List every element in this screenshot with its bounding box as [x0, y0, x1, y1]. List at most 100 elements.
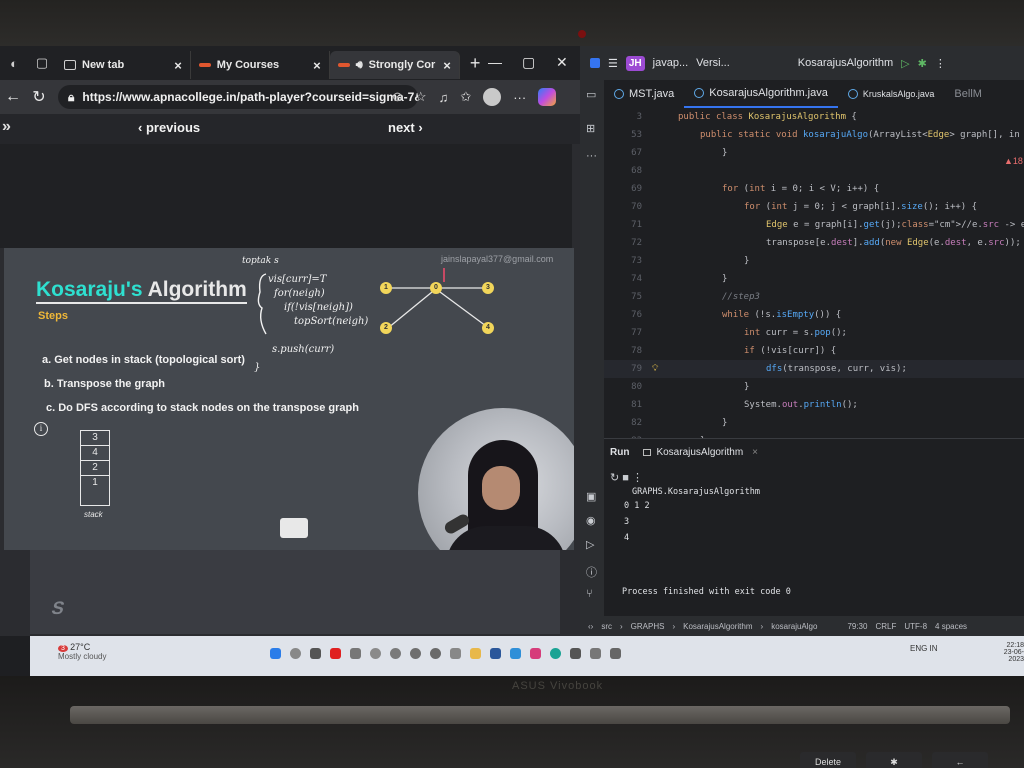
debug-icon[interactable]: ✱ — [918, 57, 927, 70]
close-tab-icon[interactable]: × — [313, 58, 321, 73]
code-line[interactable]: 80} — [604, 378, 1024, 396]
main-menu-icon[interactable]: ☰ — [608, 57, 618, 70]
chrome-icon[interactable] — [370, 648, 381, 659]
extensions-icon[interactable]: ♫ — [439, 90, 449, 105]
breadcrumb-class[interactable]: KosarajusAlgorithm — [683, 622, 752, 631]
vcs-widget[interactable]: Versi... — [696, 57, 730, 69]
breadcrumb-method[interactable]: kosarajuAlgo — [771, 622, 817, 631]
code-editor[interactable]: 3 public class KosarajusAlgorithm {53 publ… — [604, 108, 1024, 438]
ide-logo-icon[interactable] — [590, 58, 600, 68]
tab-new-tab[interactable]: New tab × — [56, 51, 191, 79]
search-icon[interactable] — [290, 648, 301, 659]
previous-button[interactable]: ‹ previous — [138, 120, 200, 135]
tab-kruskal[interactable]: KruskalsAlgo.java — [838, 80, 945, 108]
app-icon[interactable] — [590, 648, 601, 659]
app-icon[interactable] — [450, 648, 461, 659]
code-line[interactable]: 76 while (!s.isEmpty()) { — [604, 306, 1024, 324]
meet-icon[interactable] — [350, 648, 361, 659]
code-line[interactable]: 71 Edge e = graph[i].get(j);class="cm">//… — [604, 216, 1024, 234]
run-config[interactable]: KosarajusAlgorithm — [798, 57, 893, 69]
close-run-tab-icon[interactable]: × — [752, 447, 758, 458]
clock[interactable]: 22:18 23-06-2023 — [996, 642, 1024, 663]
vscode-icon[interactable] — [510, 648, 521, 659]
copilot-icon[interactable] — [538, 88, 557, 106]
breadcrumb-graphs[interactable]: GRAPHS — [631, 622, 665, 631]
next-button[interactable]: next › — [388, 120, 423, 135]
code-line[interactable]: 79 dfs(transpose, curr, vis); 💡︎ — [604, 360, 1024, 378]
run-icon[interactable]: ▷ — [901, 57, 909, 70]
project-badge[interactable]: JH — [625, 55, 645, 71]
profile-avatar[interactable] — [483, 88, 502, 106]
code-line[interactable]: 69 for (int i = 0; i < V; i++) { — [604, 180, 1024, 198]
store-icon[interactable] — [570, 648, 581, 659]
expand-sidebar-icon[interactable]: » — [2, 118, 11, 136]
code-line[interactable]: 77 int curr = s.pop(); — [604, 324, 1024, 342]
keyboard-key[interactable]: ✱ — [866, 752, 922, 768]
tab-kosaraju[interactable]: KosarajusAlgorithm.java — [684, 80, 838, 108]
app-available-icon[interactable]: ⊙ — [392, 89, 403, 105]
run-tab[interactable]: KosarajusAlgorithm × — [643, 447, 758, 458]
lightbulb-icon[interactable]: 💡︎ — [652, 360, 658, 378]
code-line[interactable]: 68 — [604, 162, 1024, 180]
weather-widget[interactable]: 3 27°C Mostly cloudy — [58, 642, 106, 661]
tab-mst[interactable]: MST.java — [604, 80, 684, 108]
back-icon[interactable]: ← — [0, 88, 26, 106]
code-line[interactable]: 3 public class KosarajusAlgorithm { — [604, 108, 1024, 126]
keyboard-key[interactable]: Delete — [800, 752, 856, 768]
indent-setting[interactable]: 4 spaces — [935, 622, 967, 631]
caret-position[interactable]: 79:30 — [847, 622, 867, 631]
edge-icon[interactable] — [550, 648, 561, 659]
file-encoding[interactable]: UTF-8 — [904, 622, 927, 631]
intellij-icon[interactable] — [530, 648, 541, 659]
new-tab-icon[interactable]: + — [470, 53, 481, 74]
window-menu-icon[interactable]: ◐ — [0, 46, 28, 80]
close-tab-icon[interactable]: × — [174, 58, 182, 73]
youtube-icon[interactable] — [330, 648, 341, 659]
more-actions-icon[interactable]: ⋮ — [935, 57, 946, 70]
code-line[interactable]: 78 if (!vis[curr]) { — [604, 342, 1024, 360]
app-icon[interactable] — [390, 648, 401, 659]
terminal-icon[interactable]: ▣ — [586, 490, 596, 503]
reload-icon[interactable]: ↻ — [26, 87, 52, 107]
project-name[interactable]: javap... — [653, 57, 688, 69]
app-icon[interactable] — [430, 648, 441, 659]
code-line[interactable]: 72 transpose[e.dest].add(new Edge(e.dest,… — [604, 234, 1024, 252]
lecture-slide[interactable]: jainslapayal377@gmail.com Kosaraju's Alg… — [4, 248, 574, 550]
rerun-icon[interactable]: ↻ ■ ⋮ — [610, 471, 643, 484]
speaker-icon[interactable]: 🔊︎ — [356, 59, 363, 72]
url-field[interactable]: 🔒︎ https://www.apnacollege.in/path-playe… — [58, 85, 418, 109]
more-tools-icon[interactable]: ··· — [586, 150, 597, 162]
code-line[interactable]: 73} — [604, 252, 1024, 270]
breadcrumb-src[interactable]: src — [601, 622, 612, 631]
code-line[interactable]: 70 for (int j = 0; j < graph[i].size(); i… — [604, 198, 1024, 216]
favorite-star-icon[interactable]: ☆ — [415, 89, 427, 105]
services-icon[interactable]: ◉ — [586, 514, 596, 527]
tab-strongly-connected[interactable]: 🔊︎ Strongly Cor × — [329, 51, 460, 79]
language-indicator[interactable]: ENG IN — [910, 644, 938, 653]
close-window-icon[interactable]: ✕ — [556, 54, 568, 71]
warning-count[interactable]: ▲18 — [1004, 156, 1023, 166]
minimize-icon[interactable]: — — [488, 54, 502, 70]
structure-icon[interactable]: ⊞ — [586, 122, 595, 135]
code-line[interactable]: 53 public static void kosarajuAlgo(ArrayL… — [604, 126, 1024, 144]
app-icon[interactable] — [610, 648, 621, 659]
project-tool-icon[interactable]: ▭ — [586, 88, 596, 101]
start-icon[interactable] — [270, 648, 281, 659]
explorer-icon[interactable] — [470, 648, 481, 659]
more-icon[interactable]: ··· — [513, 90, 526, 105]
run-tool-icon[interactable]: ▷ — [586, 538, 594, 551]
word-icon[interactable] — [490, 648, 501, 659]
code-line[interactable]: 75 //step3 — [604, 288, 1024, 306]
keyboard-key[interactable]: ← — [932, 752, 988, 768]
app-icon[interactable] — [410, 648, 421, 659]
tab-actions-icon[interactable]: ▢ — [28, 46, 56, 80]
maximize-icon[interactable]: ▢ — [522, 54, 535, 71]
close-tab-icon[interactable]: × — [443, 58, 451, 73]
git-icon[interactable]: ⑂ — [586, 588, 593, 600]
problems-icon[interactable]: ⓘ — [586, 564, 597, 580]
code-line[interactable]: 82} — [604, 414, 1024, 432]
tab-my-courses[interactable]: My Courses × — [191, 51, 330, 79]
line-separator[interactable]: CRLF — [875, 622, 896, 631]
favorites-icon[interactable]: ✩ — [460, 89, 471, 105]
code-line[interactable]: 81 System.out.println(); — [604, 396, 1024, 414]
